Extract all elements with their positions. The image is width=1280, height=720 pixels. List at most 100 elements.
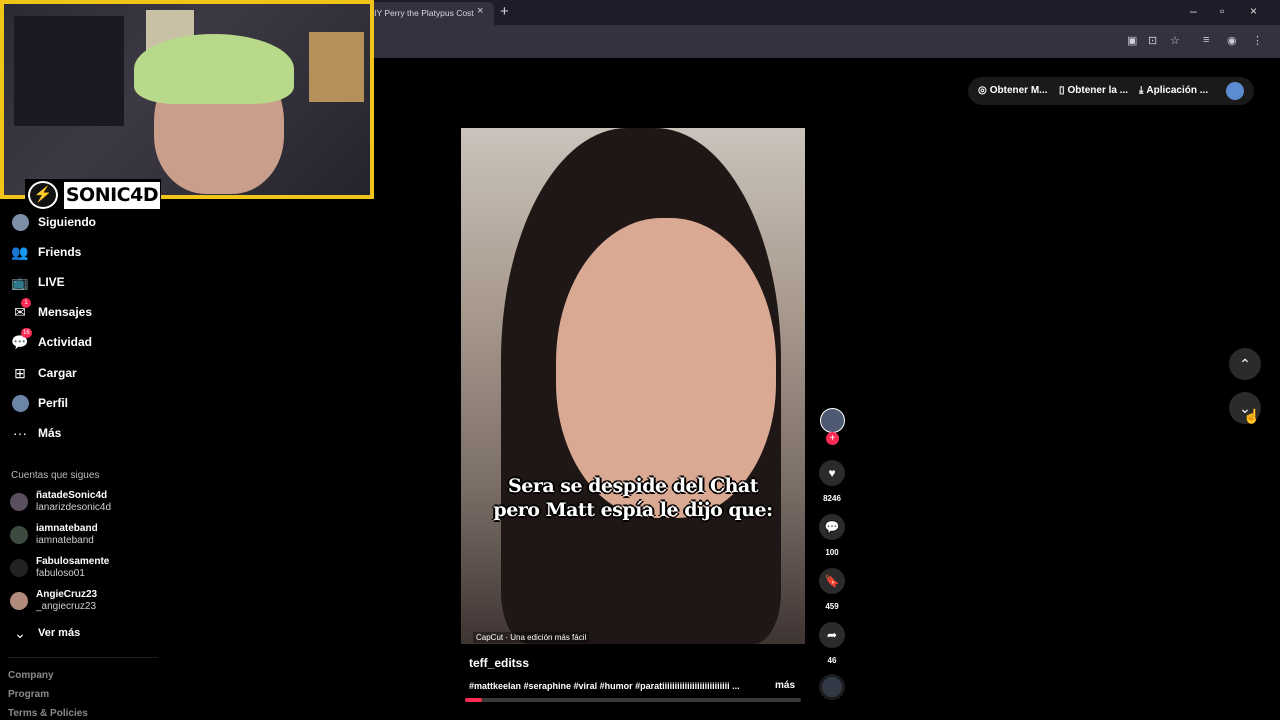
followed-account[interactable]: Fabulosamente fabuloso01 — [10, 554, 109, 582]
upload-icon: ⊞ — [14, 364, 26, 381]
avatar — [10, 526, 28, 544]
new-tab-icon[interactable]: + — [500, 3, 509, 20]
video-player[interactable]: Sera se despide del Chat pero Matt espía… — [461, 128, 805, 644]
screen-share-icon[interactable]: ▣ — [1127, 34, 1137, 47]
following-title: Cuentas que sigues — [11, 470, 100, 481]
video-caption: Sera se despide del Chat pero Matt espía… — [461, 474, 805, 522]
sound-disc[interactable] — [819, 674, 845, 700]
followed-account[interactable]: ñatadeSonic4d lanarizdesonic4d — [10, 488, 111, 516]
media-icon[interactable]: ≡ — [1203, 34, 1209, 46]
account-handle: iamnateband — [36, 535, 94, 546]
activity-icon: 💬 16 — [11, 328, 32, 350]
like-button[interactable]: ♥ — [819, 460, 845, 486]
activity-badge: 16 — [21, 328, 32, 338]
phone-icon: ▯ — [1059, 85, 1065, 96]
like-count: 8246 — [823, 494, 841, 503]
sidebar-item-label: LIVE — [38, 275, 65, 289]
video-progress-bar[interactable] — [465, 698, 801, 702]
sidebar-item-friends[interactable]: 👥 Friends — [11, 241, 81, 263]
sidebar-item-label: Mensajes — [38, 305, 93, 319]
save-button[interactable]: 🔖 — [819, 568, 845, 594]
sidebar-item-label: Perfil — [38, 396, 69, 410]
bookmark-icon: 🔖 — [824, 574, 840, 588]
star-icon[interactable]: ☆ — [1170, 34, 1180, 47]
more-link[interactable]: más — [775, 680, 795, 691]
comment-icon: 💬 — [824, 520, 840, 534]
streamer-name: SONIC4D — [64, 182, 160, 209]
see-more-button[interactable]: ⌄ Ver más — [11, 622, 80, 644]
sidebar-item-mas[interactable]: ··· Más — [11, 422, 61, 444]
minimize-icon[interactable]: – — [1190, 4, 1197, 18]
caption-line: pero Matt espía le dijo que: — [493, 499, 773, 521]
sidebar-item-label: Más — [38, 426, 62, 440]
live-icon: 📺 — [11, 273, 29, 290]
messages-icon: ✉ 1 — [11, 298, 31, 321]
save-count: 459 — [825, 602, 839, 611]
footer-link-terms[interactable]: Terms & Policies — [8, 708, 88, 719]
user-avatar[interactable] — [1226, 82, 1244, 100]
followed-account[interactable]: AngieCruz23 _angiecruz23 — [10, 587, 97, 615]
account-name: Fabulosamente — [36, 556, 110, 567]
chevron-down-icon: ⌄ — [14, 624, 26, 641]
get-coins-button[interactable]: ◎ Obtener M... — [978, 85, 1048, 96]
get-app-label: Obtener la ... — [1067, 85, 1129, 96]
heart-icon: ♥ — [828, 466, 836, 480]
profile-icon — [11, 394, 29, 412]
video-description: #mattkeelan #seraphine #viral #humor #pa… — [469, 681, 740, 691]
sidebar-item-perfil[interactable]: Perfil — [11, 392, 68, 414]
account-name: ñatadeSonic4d — [36, 490, 108, 501]
account-handle: _angiecruz23 — [36, 601, 97, 612]
menu-icon[interactable]: ⋮ — [1252, 34, 1263, 47]
see-more-label: Ver más — [38, 627, 81, 639]
sidebar-item-label: Actividad — [38, 335, 93, 349]
share-icon: ➦ — [826, 628, 838, 642]
tab-close-icon[interactable]: × — [477, 5, 483, 17]
comment-count: 100 — [825, 548, 839, 557]
webcam-overlay — [0, 0, 374, 199]
creator-avatar[interactable] — [820, 408, 845, 433]
translate-icon[interactable]: ⊡ — [1148, 34, 1157, 47]
restore-icon[interactable]: ▫ — [1220, 4, 1224, 18]
desktop-app-label: Aplicación ... — [1146, 85, 1209, 96]
more-icon: ··· — [13, 425, 27, 441]
sidebar-item-siguiendo[interactable]: Siguiendo — [11, 211, 96, 233]
messages-badge: 1 — [21, 298, 31, 308]
pointer-cursor-icon: ☝ — [1243, 408, 1261, 424]
caption-line: Sera se despide del Chat — [508, 475, 758, 497]
streamer-logo-icon: ⚡ — [28, 181, 58, 209]
share-count: 46 — [827, 656, 837, 665]
previous-video-button[interactable]: ⌃ — [1229, 348, 1261, 380]
sidebar-item-label: Siguiendo — [38, 215, 96, 229]
divider — [8, 657, 158, 658]
footer-link-company[interactable]: Company — [8, 670, 54, 681]
avatar — [10, 493, 28, 511]
coin-icon: ◎ — [978, 85, 987, 96]
friends-icon: 👥 — [11, 243, 29, 260]
footer-link-program[interactable]: Program — [8, 689, 49, 700]
account-handle: lanarizdesonic4d — [36, 502, 112, 513]
video-author[interactable]: teff_editss — [469, 656, 529, 670]
get-app-button[interactable]: ▯ Obtener la ... — [1059, 85, 1128, 96]
get-coins-label: Obtener M... — [989, 85, 1048, 96]
download-icon: ⤓ — [1139, 85, 1144, 96]
follow-plus-icon[interactable]: + — [826, 432, 839, 445]
extension-icon[interactable]: ◉ — [1227, 34, 1237, 47]
comment-button[interactable]: 💬 — [819, 514, 845, 540]
sidebar-item-actividad[interactable]: 💬 16 Actividad — [11, 328, 93, 353]
sidebar-item-cargar[interactable]: ⊞ Cargar — [11, 362, 77, 384]
account-handle: fabuloso01 — [36, 568, 85, 579]
desktop-app-button[interactable]: ⤓ Aplicación ... — [1139, 85, 1208, 96]
sidebar-item-mensajes[interactable]: ✉ 1 Mensajes — [11, 298, 93, 323]
avatar — [10, 592, 28, 610]
avatar-icon — [11, 213, 29, 231]
share-button[interactable]: ➦ — [819, 622, 845, 648]
capcut-label[interactable]: CapCut · Una edición más fácil — [473, 632, 590, 643]
followed-account[interactable]: iamnateband iamnateband — [10, 521, 98, 549]
sidebar-item-live[interactable]: 📺 LIVE — [11, 271, 65, 293]
avatar — [10, 559, 28, 577]
browser-tab[interactable]: DIY Perry the Platypus Cost — [360, 2, 494, 25]
close-window-icon[interactable]: × — [1250, 4, 1257, 18]
sidebar-item-label: Cargar — [38, 366, 77, 380]
video-progress-fill — [465, 698, 482, 702]
sidebar-item-label: Friends — [38, 245, 82, 259]
